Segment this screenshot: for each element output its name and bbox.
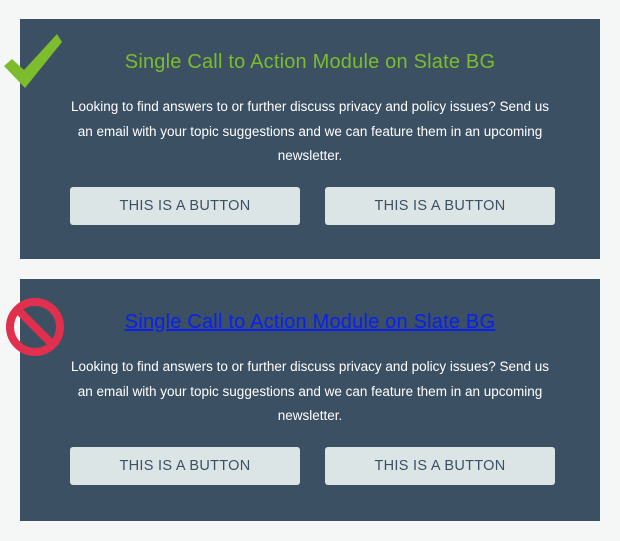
cta-module-good: Single Call to Action Module on Slate BG… [20, 19, 600, 259]
cta-module-bad: Single Call to Action Module on Slate BG… [20, 279, 600, 521]
cta-button-left[interactable]: THIS IS A BUTTON [70, 187, 300, 225]
checkmark-icon [4, 34, 62, 88]
module-heading: Single Call to Action Module on Slate BG [20, 310, 600, 334]
module-body-text: Looking to find answers to or further di… [71, 359, 549, 423]
module-heading: Single Call to Action Module on Slate BG [124, 51, 496, 73]
cta-button-right[interactable]: THIS IS A BUTTON [325, 187, 555, 225]
cta-button-right[interactable]: THIS IS A BUTTON [325, 447, 555, 485]
prohibited-icon [6, 298, 64, 356]
module-heading-link[interactable]: Single Call to Action Module on Slate BG [125, 311, 495, 333]
cta-button-left[interactable]: THIS IS A BUTTON [70, 447, 300, 485]
module-body-text: Looking to find answers to or further di… [71, 99, 549, 163]
